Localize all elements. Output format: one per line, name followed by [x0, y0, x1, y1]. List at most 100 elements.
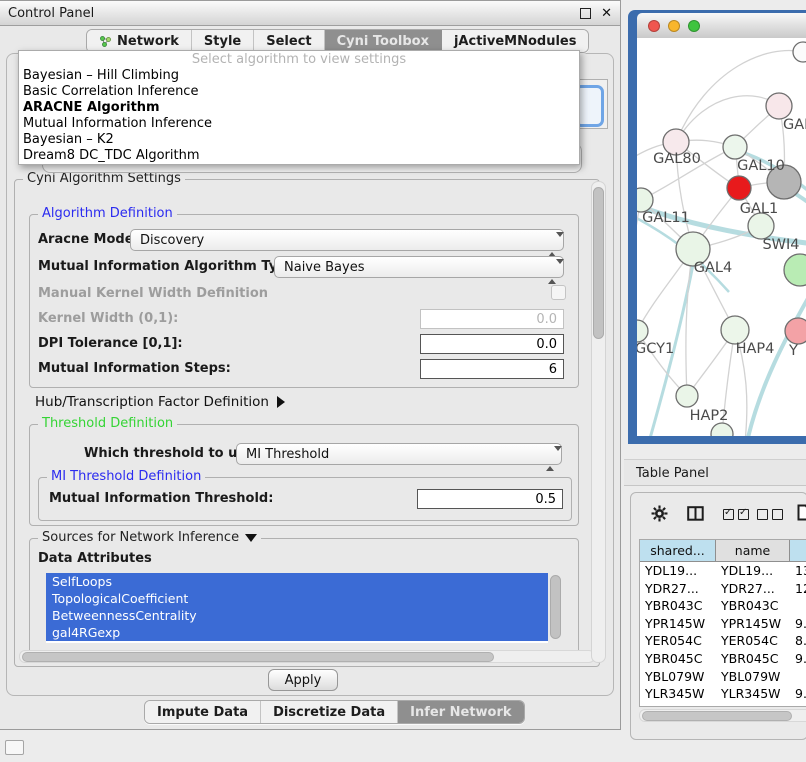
mi-threshold-group-title: MI Threshold Definition — [47, 469, 205, 484]
mi-type-combo[interactable]: Naive Bayes — [274, 256, 564, 278]
algorithm-option-basic-correlation-inference[interactable]: Basic Correlation Inference — [19, 84, 579, 100]
which-threshold-label: Which threshold to use: — [84, 446, 259, 461]
table-hscrollbar[interactable] — [639, 709, 806, 722]
network-node-gcy1[interactable] — [637, 320, 648, 342]
table-row[interactable]: YDR27...YDR27...12 — [640, 580, 806, 598]
column-header-shared[interactable]: shared... — [640, 540, 716, 562]
mi-threshold-field[interactable]: 0.5 — [417, 489, 563, 509]
table-row[interactable]: YIL052CYIL052C9. — [640, 703, 806, 707]
attributes-scrollbar-thumb[interactable] — [550, 575, 561, 639]
algorithm-option-dream8-dc-tdc-algorithm[interactable]: Dream8 DC_TDC Algorithm — [19, 148, 579, 164]
hub-definition-toggle[interactable]: Hub/Transcription Factor Definition — [35, 394, 285, 410]
column-header-a[interactable]: A — [790, 540, 806, 562]
restore-panel-icon[interactable] — [5, 740, 24, 755]
column-header-name[interactable]: name — [716, 540, 790, 562]
mi-type-value: Naive Bayes — [284, 260, 364, 275]
manual-kernel-label: Manual Kernel Width Definition — [38, 286, 268, 301]
table-cell: YPR145W — [640, 615, 716, 633]
network-canvas[interactable]: GAL2GAL80GAL10GAL1GAL11SWI4GAL4HAP4YGCY1… — [637, 38, 806, 436]
which-threshold-combo[interactable]: MI Threshold — [236, 443, 562, 465]
table-row[interactable]: YBR045CYBR045C9. — [640, 650, 806, 668]
network-node[interactable] — [784, 254, 806, 286]
gear-icon[interactable] — [651, 505, 668, 526]
table-cell: YPR145W — [716, 615, 790, 633]
network-icon — [99, 35, 112, 48]
network-node[interactable] — [711, 423, 733, 436]
network-node[interactable] — [793, 42, 806, 62]
algorithm-dropdown-popup: Select algorithm to view settings Bayesi… — [18, 50, 580, 165]
bottom-tab-label: Discretize Data — [273, 705, 385, 720]
aracne-mode-combo[interactable]: Discovery — [130, 229, 564, 251]
table-cell: YLR345W — [716, 685, 790, 703]
close-traffic-light-icon[interactable] — [648, 20, 660, 32]
algorithm-option-mutual-information-inference[interactable]: Mutual Information Inference — [19, 116, 579, 132]
tab-style[interactable]: Style — [192, 30, 254, 52]
threshold-definition-title: Threshold Definition — [38, 416, 177, 431]
tab-select[interactable]: Select — [254, 30, 324, 52]
combo-stepper-icon — [546, 448, 554, 470]
bottom-tab-infer-network[interactable]: Infer Network — [398, 701, 523, 723]
attribute-item-selfloops[interactable]: SelfLoops — [46, 573, 548, 590]
table-cell: YBL079W — [640, 668, 716, 686]
bottom-tab-impute-data[interactable]: Impute Data — [145, 701, 261, 723]
table-cell: YBL079W — [716, 668, 790, 686]
bottom-tab-discretize-data[interactable]: Discretize Data — [261, 701, 398, 723]
network-node-gal10[interactable] — [723, 135, 747, 159]
aracne-mode-label: Aracne Mode: — [38, 232, 139, 247]
attribute-item-topologicalcoefficient[interactable]: TopologicalCoefficient — [46, 590, 548, 607]
algorithm-options-list: Bayesian – Hill ClimbingBasic Correlatio… — [19, 68, 579, 164]
table-cell: YDR27... — [640, 580, 716, 598]
table-row[interactable]: YDL19...YDL19...13 — [640, 562, 806, 580]
network-node-hap2[interactable] — [676, 385, 698, 407]
settings-vscrollbar-thumb[interactable] — [593, 187, 604, 339]
settings-vscrollbar[interactable] — [591, 181, 606, 663]
table-row[interactable]: YBR043CYBR043C — [640, 597, 806, 615]
node-label: HAP4 — [736, 341, 775, 357]
kernel-width-field[interactable]: 0.0 — [420, 309, 564, 329]
tab-network[interactable]: Network — [87, 30, 192, 52]
network-node-gal1[interactable] — [727, 176, 751, 200]
table-row[interactable]: YBL079WYBL079W — [640, 668, 806, 686]
table-cell — [790, 597, 806, 615]
tab-label: Select — [266, 34, 311, 49]
node-attribute-table[interactable]: shared...nameA YDL19...YDL19...13YDR27..… — [639, 539, 806, 707]
float-panel-icon[interactable] — [580, 8, 591, 19]
algorithm-option-bayesian-k2[interactable]: Bayesian – K2 — [19, 132, 579, 148]
table-cell: YBR043C — [640, 597, 716, 615]
tab-label: Network — [117, 34, 179, 49]
table-panel-titlebar: Table Panel — [624, 459, 806, 486]
network-graph: GAL2GAL80GAL10GAL1GAL11SWI4GAL4HAP4YGCY1… — [637, 38, 806, 436]
network-node-y[interactable] — [785, 318, 806, 344]
algorithm-option-aracne-algorithm[interactable]: ARACNE Algorithm — [19, 100, 579, 116]
split-columns-icon[interactable] — [687, 506, 704, 525]
dpi-tolerance-field[interactable]: 0.0 — [420, 334, 564, 354]
zoom-traffic-light-icon[interactable] — [688, 20, 700, 32]
attribute-item-betweennesscentrality[interactable]: BetweennessCentrality — [46, 607, 548, 624]
tab-jactivemnodules[interactable]: jActiveMNodules — [442, 30, 589, 52]
deselect-all-checkboxes-icon[interactable] — [757, 509, 787, 524]
table-row[interactable]: YER054CYER054C8. — [640, 632, 806, 650]
new-table-icon[interactable] — [797, 504, 806, 525]
network-node-gal2[interactable] — [766, 93, 792, 119]
control-panel-titlebar: Control Panel ✕ — [0, 1, 620, 26]
mi-type-label: Mutual Information Algorithm Type: — [38, 259, 301, 274]
settings-hscrollbar[interactable] — [19, 650, 595, 663]
hub-definition-label: Hub/Transcription Factor Definition — [35, 394, 269, 410]
settings-hscrollbar-thumb[interactable] — [22, 652, 494, 662]
mi-threshold-label: Mutual Information Threshold: — [49, 491, 273, 506]
manual-kernel-checkbox[interactable] — [551, 285, 566, 300]
combo-stepper-icon — [548, 234, 556, 256]
attribute-item-gal4rgexp[interactable]: gal4RGexp — [46, 624, 548, 641]
table-hscrollbar-thumb[interactable] — [642, 711, 792, 721]
tab-cyni-toolbox[interactable]: Cyni Toolbox — [325, 30, 442, 52]
mi-steps-field[interactable]: 6 — [420, 359, 564, 379]
network-node-hap4[interactable] — [721, 316, 749, 344]
dpi-tolerance-label: DPI Tolerance [0,1]: — [38, 336, 183, 351]
table-row[interactable]: YLR345WYLR345W9. — [640, 685, 806, 703]
table-row[interactable]: YPR145WYPR145W9. — [640, 615, 806, 633]
select-all-checkboxes-icon[interactable] — [723, 509, 753, 524]
minimize-traffic-light-icon[interactable] — [668, 20, 680, 32]
apply-button[interactable]: Apply — [268, 669, 338, 691]
algorithm-option-bayesian-hill-climbing[interactable]: Bayesian – Hill Climbing — [19, 68, 579, 84]
close-icon[interactable]: ✕ — [601, 7, 612, 20]
